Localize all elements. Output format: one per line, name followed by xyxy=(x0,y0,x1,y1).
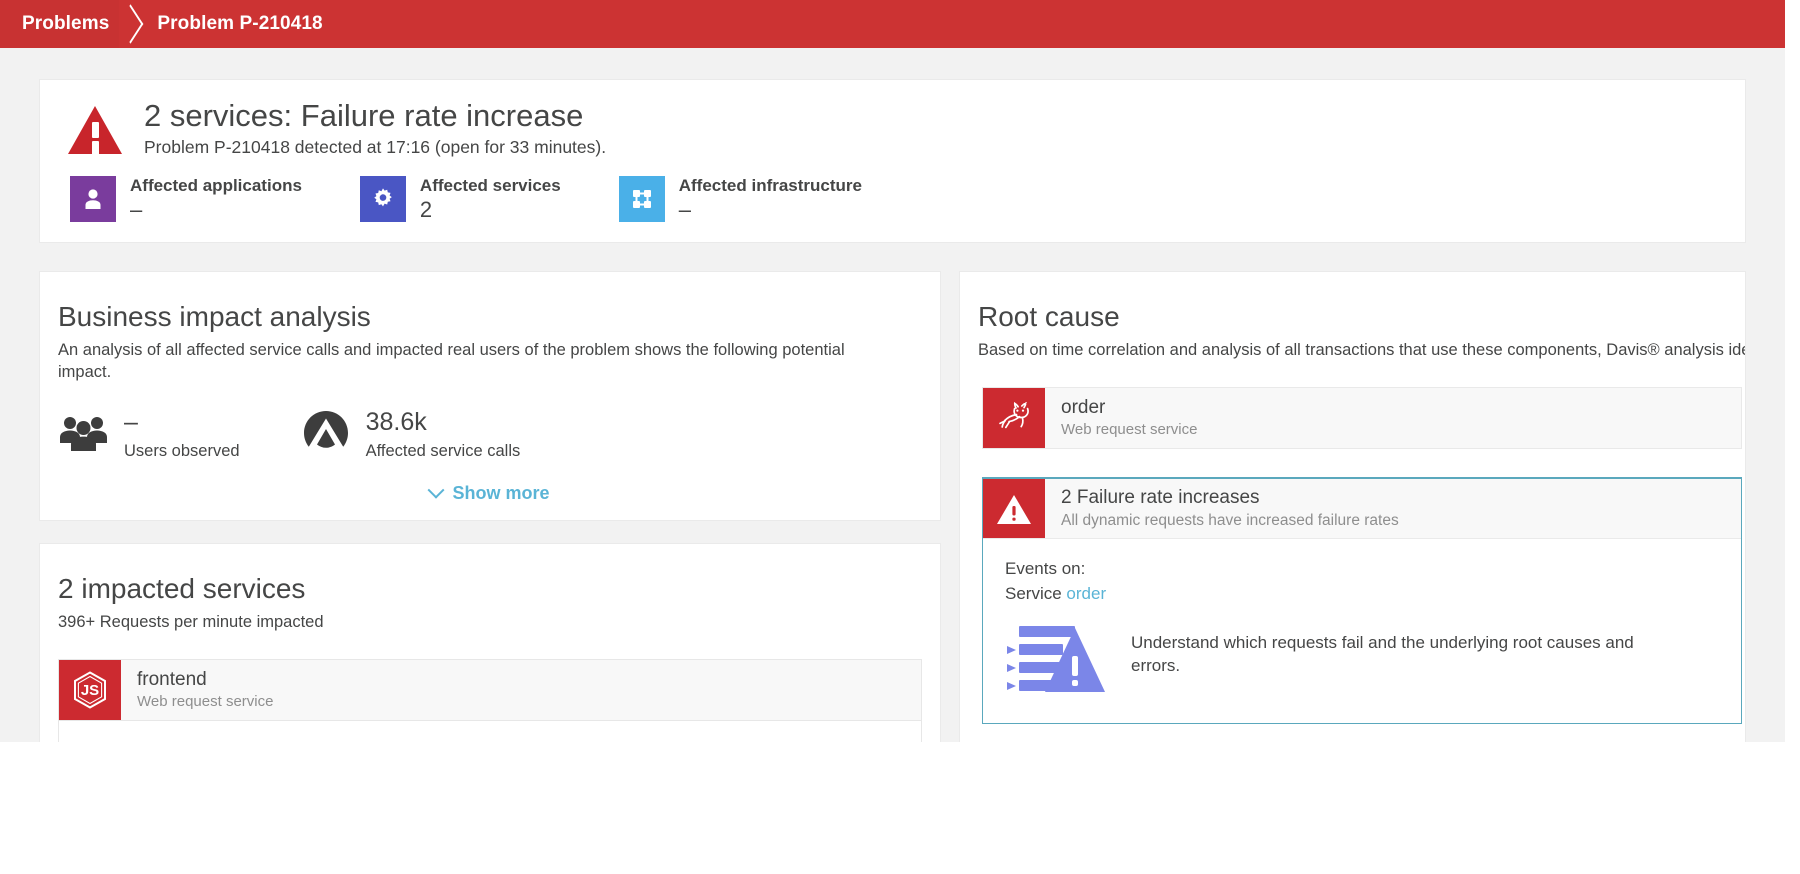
metric-users-observed-label: Users observed xyxy=(124,442,240,461)
affected-services-label: Affected services xyxy=(420,176,561,196)
business-impact-analysis-card: Business impact analysis An analysis of … xyxy=(40,272,940,520)
chevron-down-icon xyxy=(428,482,445,499)
impacted-services-subtitle: 396+ Requests per minute impacted xyxy=(40,605,890,633)
right-column: Root cause Based on time correlation and… xyxy=(960,272,1745,742)
events-on-entity-line: Service order xyxy=(1005,582,1741,607)
service-name: frontend xyxy=(137,669,273,691)
failure-analysis-illustration xyxy=(1005,622,1109,701)
breadcrumb-item-problems[interactable]: Problems xyxy=(0,0,119,48)
infrastructure-icon xyxy=(619,176,665,222)
breadcrumb-problems-label: Problems xyxy=(22,13,109,35)
root-cause-event-block: 2 Failure rate increases All dynamic req… xyxy=(982,477,1742,724)
users-group-icon xyxy=(58,409,110,457)
business-impact-metrics: – Users observed 38.6k Affected service … xyxy=(40,383,940,460)
user-icon xyxy=(70,176,116,222)
root-cause-card: Root cause Based on time correlation and… xyxy=(960,272,1745,742)
breadcrumb-item-current[interactable]: Problem P-210418 xyxy=(149,0,338,48)
root-cause-illustration-text: Understand which requests fail and the u… xyxy=(1131,622,1651,678)
impacted-services-card: 2 impacted services 396+ Requests per mi… xyxy=(40,544,940,742)
tomcat-icon xyxy=(983,388,1045,448)
breadcrumb: Problems Problem P-210418 xyxy=(0,0,1785,48)
problem-detected-text: Problem P-210418 detected at 17:16 (open… xyxy=(144,137,606,158)
impacted-services-title: 2 impacted services xyxy=(40,574,940,605)
warning-triangle-icon xyxy=(983,479,1045,538)
metric-affected-service-calls-value: 38.6k xyxy=(366,409,521,435)
breadcrumb-chevron-icon xyxy=(119,0,149,48)
affected-applications[interactable]: Affected applications – xyxy=(70,176,302,222)
list-item[interactable]: JS frontend Web request service xyxy=(58,659,922,721)
list-item-next-partial xyxy=(58,721,922,742)
left-column: Business impact analysis An analysis of … xyxy=(40,272,940,742)
affected-infrastructure-label: Affected infrastructure xyxy=(679,176,862,196)
problem-warning-triangle-icon xyxy=(68,106,122,154)
business-impact-title: Business impact analysis xyxy=(40,302,940,333)
root-cause-event-subtitle: All dynamic requests have increased fail… xyxy=(1061,512,1399,530)
problem-detail-page: Problems Problem P-210418 2 services: Fa… xyxy=(0,0,1785,742)
affected-services-value: 2 xyxy=(420,198,561,222)
affected-applications-label: Affected applications xyxy=(130,176,302,196)
events-on-service-link[interactable]: order xyxy=(1066,584,1106,603)
affected-applications-value: – xyxy=(130,198,302,222)
affected-infrastructure-value: – xyxy=(679,198,862,222)
events-on-label: Events on: xyxy=(1005,557,1741,582)
metric-affected-service-calls: 38.6k Affected service calls xyxy=(300,409,521,460)
problem-summary-card: 2 services: Failure rate increase Proble… xyxy=(40,80,1745,242)
root-cause-title: Root cause xyxy=(960,302,1745,333)
metric-users-observed-value: – xyxy=(124,409,240,435)
root-cause-entity-type: Web request service xyxy=(1061,421,1197,438)
nodejs-icon: JS xyxy=(59,660,121,720)
root-cause-description: Based on time correlation and analysis o… xyxy=(960,333,1745,361)
root-cause-event-title: 2 Failure rate increases xyxy=(1061,487,1399,510)
metric-affected-service-calls-label: Affected service calls xyxy=(366,442,521,461)
svg-text:JS: JS xyxy=(81,682,99,699)
page-title: 2 services: Failure rate increase xyxy=(144,98,606,134)
events-on-section: Events on: Service order xyxy=(983,539,1741,606)
root-cause-illustration-row: Understand which requests fail and the u… xyxy=(983,606,1741,723)
business-impact-description: An analysis of all affected service call… xyxy=(40,333,890,384)
service-calls-icon xyxy=(300,409,352,457)
affected-services[interactable]: Affected services 2 xyxy=(360,176,561,222)
root-cause-entity-name: order xyxy=(1061,397,1197,419)
gear-icon xyxy=(360,176,406,222)
service-type: Web request service xyxy=(137,693,273,710)
events-on-prefix: Service xyxy=(1005,584,1062,603)
show-more-button[interactable]: Show more xyxy=(40,483,940,504)
affected-infrastructure[interactable]: Affected infrastructure – xyxy=(619,176,862,222)
breadcrumb-current-label: Problem P-210418 xyxy=(157,13,322,35)
root-cause-event-header[interactable]: 2 Failure rate increases All dynamic req… xyxy=(983,479,1741,539)
show-more-label: Show more xyxy=(452,483,549,504)
viewport-bottom-margin xyxy=(0,742,1800,874)
affected-entities-row: Affected applications – Affected service… xyxy=(70,176,1717,222)
metric-users-observed: – Users observed xyxy=(58,409,240,460)
root-cause-entity[interactable]: order Web request service xyxy=(982,387,1742,449)
